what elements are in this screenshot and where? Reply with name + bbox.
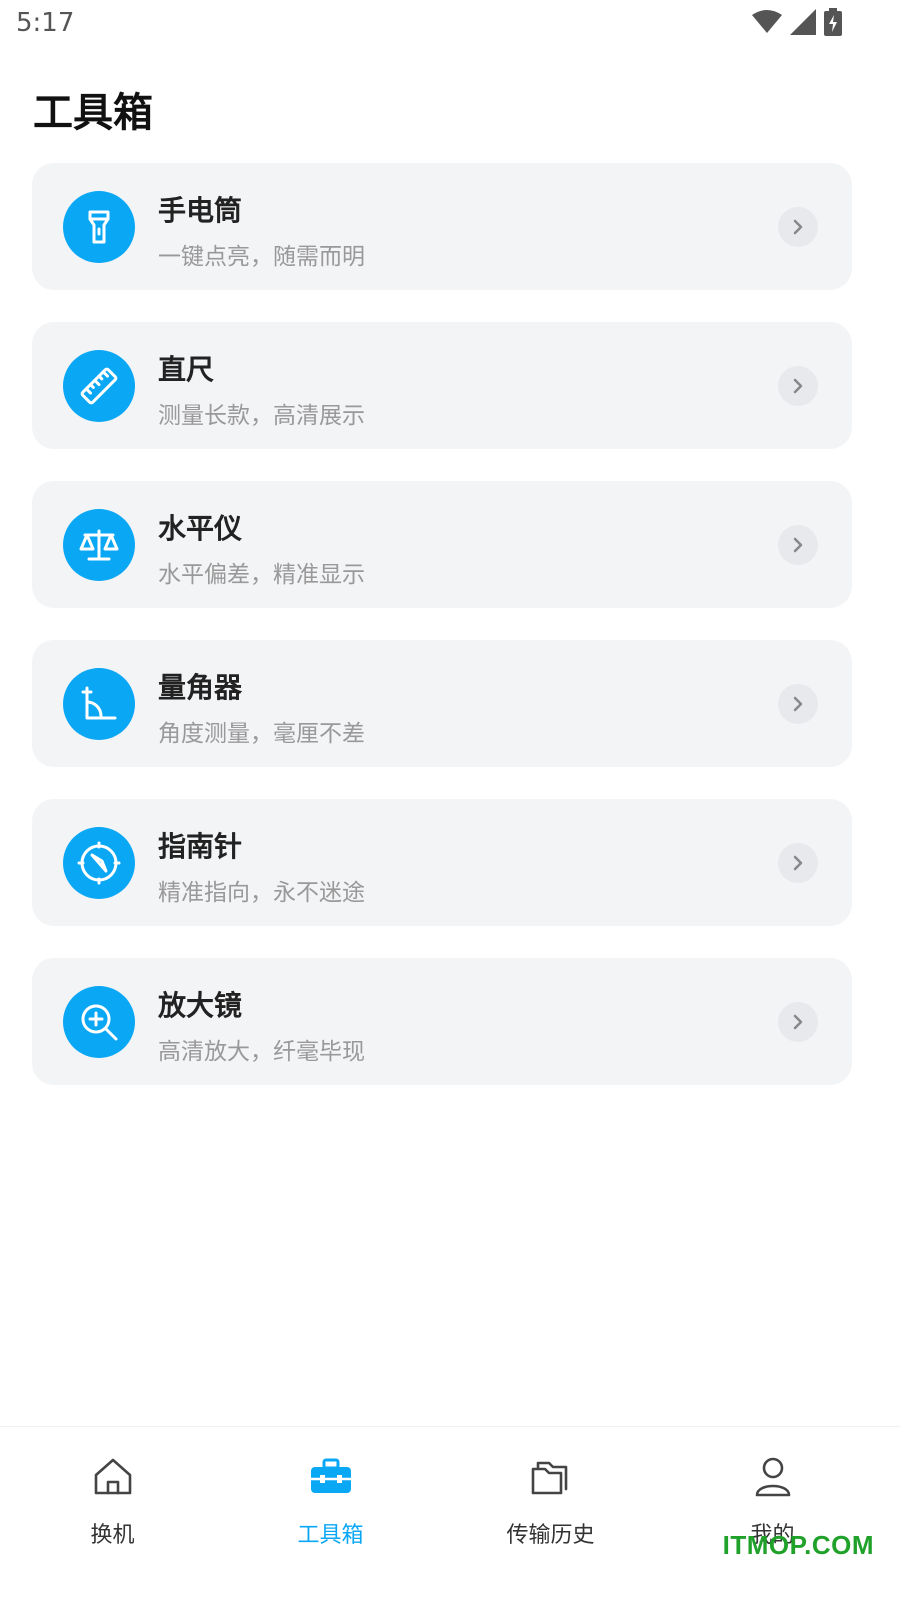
home-icon: [91, 1455, 135, 1499]
status-icons: [752, 8, 842, 40]
chevron-right-icon[interactable]: [778, 1002, 818, 1042]
nav-label: 换机: [90, 1523, 135, 1548]
tool-item-protractor[interactable]: 量角器 角度测量，毫厘不差: [32, 640, 852, 767]
chevron-right-icon[interactable]: [778, 684, 818, 724]
magnifier-icon: [63, 986, 135, 1058]
cellular-signal-icon: [790, 9, 816, 39]
tool-title: 手电筒: [158, 194, 243, 227]
tool-title: 量角器: [158, 671, 243, 704]
tool-desc: 精准指向，永不迷途: [158, 880, 365, 906]
watermark-logo: ITMOP.COM: [722, 1530, 874, 1560]
tool-item-compass[interactable]: 指南针 精准指向，永不迷途: [32, 799, 852, 926]
tool-title: 指南针: [158, 830, 243, 863]
tool-desc: 水平偏差，精准显示: [158, 562, 365, 588]
nav-item-switch-phone[interactable]: 换机: [0, 1427, 225, 1567]
compass-icon: [63, 827, 135, 899]
bottom-nav: 换机 工具箱 传输历史 我的: [0, 1426, 900, 1601]
tool-item-ruler[interactable]: 直尺 测量长款，高清展示: [32, 322, 852, 449]
tool-list: 手电筒 一键点亮，随需而明 直尺 测量长款，高清展示 水平仪 水平偏差，精准显示: [32, 163, 852, 1117]
tool-title: 直尺: [158, 353, 215, 386]
tool-desc: 角度测量，毫厘不差: [158, 721, 365, 747]
ruler-icon: [63, 350, 135, 422]
tool-desc: 测量长款，高清展示: [158, 403, 365, 429]
chevron-right-icon[interactable]: [778, 207, 818, 247]
person-icon: [751, 1455, 795, 1499]
tool-title: 放大镜: [158, 989, 243, 1022]
status-time: 5:17: [16, 8, 75, 38]
nav-label: 工具箱: [297, 1523, 364, 1548]
tool-item-flashlight[interactable]: 手电筒 一键点亮，随需而明: [32, 163, 852, 290]
tool-desc: 高清放大，纤毫毕现: [158, 1039, 365, 1065]
battery-charging-icon: [824, 8, 842, 40]
folder-icon: [529, 1455, 573, 1499]
flashlight-icon: [63, 191, 135, 263]
page-title: 工具箱: [33, 90, 153, 136]
chevron-right-icon[interactable]: [778, 525, 818, 565]
tool-desc: 一键点亮，随需而明: [158, 244, 365, 270]
wifi-icon: [752, 10, 782, 38]
nav-item-toolbox[interactable]: 工具箱: [218, 1427, 443, 1567]
tool-item-level[interactable]: 水平仪 水平偏差，精准显示: [32, 481, 852, 608]
tool-item-magnifier[interactable]: 放大镜 高清放大，纤毫毕现: [32, 958, 852, 1085]
nav-label: 传输历史: [506, 1523, 595, 1548]
balance-scale-icon: [63, 509, 135, 581]
chevron-right-icon[interactable]: [778, 366, 818, 406]
protractor-angle-icon: [63, 668, 135, 740]
tool-title: 水平仪: [158, 512, 243, 545]
nav-item-transfer-history[interactable]: 传输历史: [438, 1427, 663, 1567]
status-bar: 5:17: [0, 0, 900, 48]
toolbox-icon: [309, 1455, 353, 1499]
chevron-right-icon[interactable]: [778, 843, 818, 883]
